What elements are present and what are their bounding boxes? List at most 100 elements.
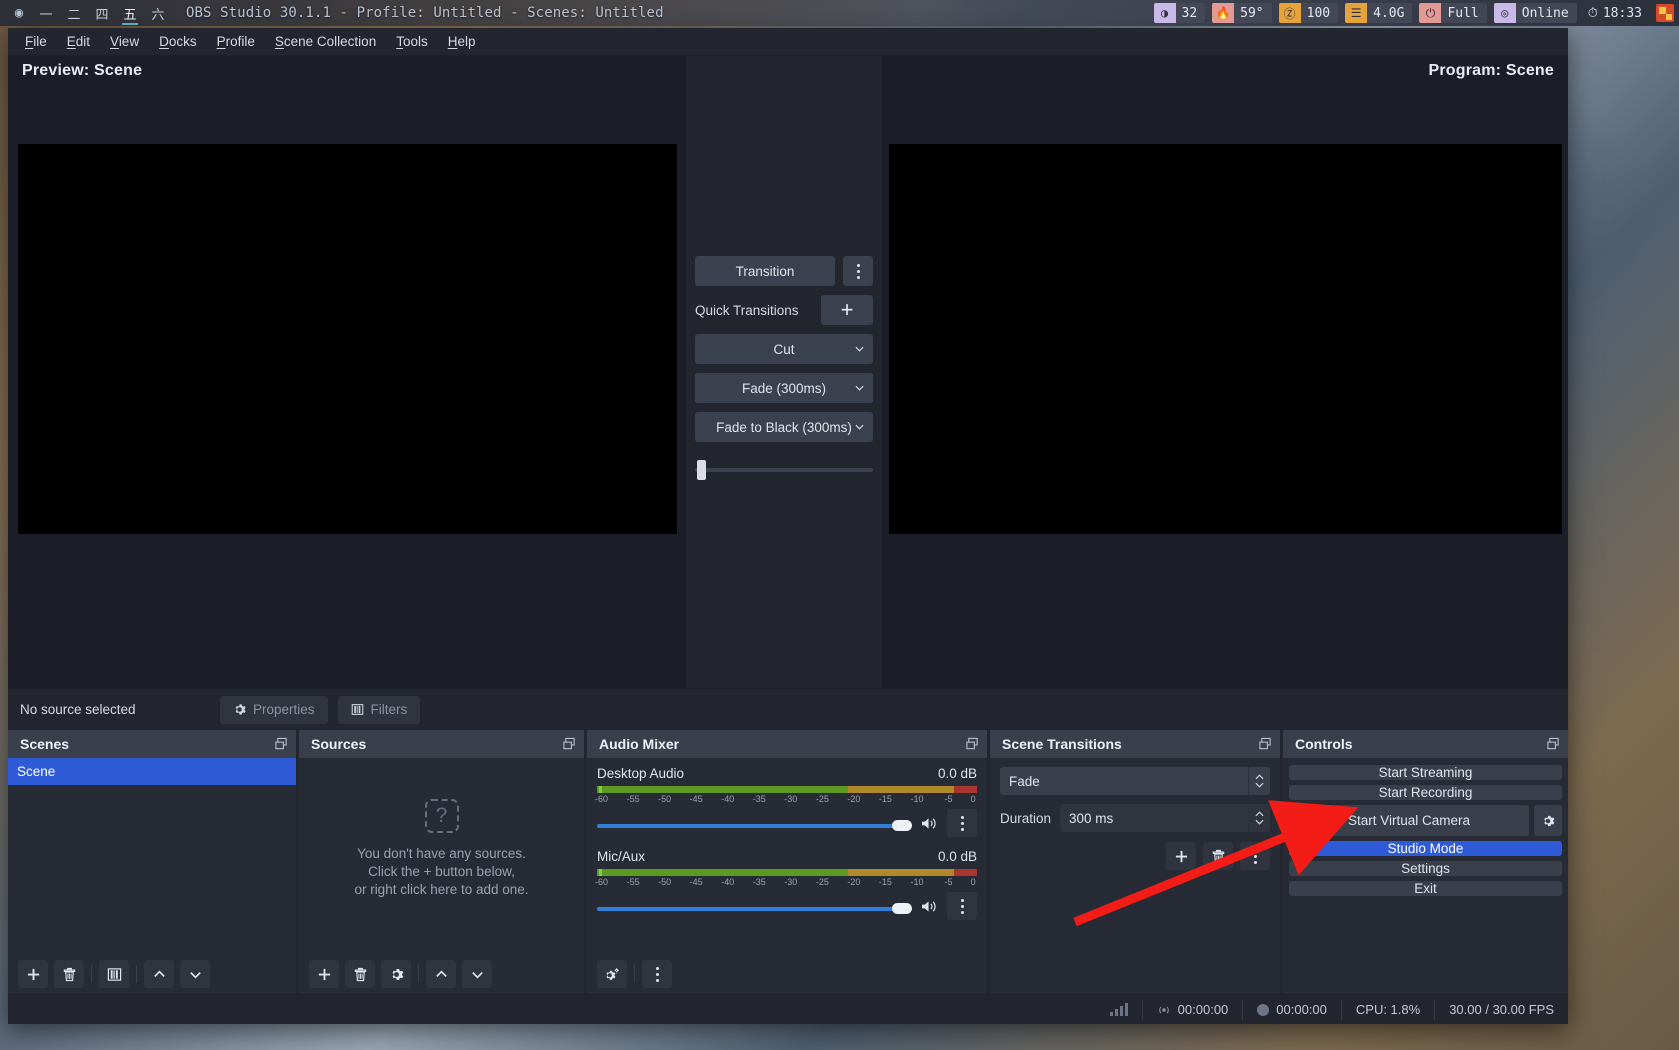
- brightness-icon: ◑: [1153, 3, 1176, 23]
- clock-time: 18:33: [1602, 5, 1642, 21]
- workspace-4[interactable]: 四: [88, 1, 116, 25]
- transition-spinner[interactable]: [1248, 767, 1270, 795]
- undock-icon[interactable]: [1259, 737, 1272, 751]
- move-source-down-button[interactable]: [462, 960, 492, 988]
- menu-tools[interactable]: Tools: [387, 30, 437, 53]
- plus-icon[interactable]: +: [821, 295, 873, 325]
- add-scene-button[interactable]: [18, 960, 48, 988]
- menu-edit[interactable]: Edit: [58, 30, 99, 53]
- filters-button[interactable]: Filters: [337, 695, 421, 724]
- menu-view[interactable]: View: [101, 30, 148, 53]
- move-scene-up-button[interactable]: [144, 960, 174, 988]
- preview-column: Preview: Scene: [8, 56, 686, 688]
- transition-properties-button[interactable]: [1240, 842, 1270, 870]
- remove-transition-button[interactable]: [1203, 842, 1233, 870]
- speaker-icon[interactable]: [917, 895, 941, 917]
- sources-toolbar: [299, 954, 584, 994]
- duration-input[interactable]: 300 ms: [1060, 804, 1270, 832]
- audio-mixer-menu-button[interactable]: [642, 960, 672, 988]
- battery-indicator[interactable]: ⏻ Full: [1419, 3, 1487, 23]
- controls-title-text: Controls: [1295, 736, 1353, 752]
- source-properties-button[interactable]: [381, 960, 411, 988]
- start-recording-button[interactable]: Start Recording: [1289, 785, 1562, 800]
- system-clock[interactable]: ⏱ 18:33: [1584, 6, 1646, 21]
- source-toolbar: No source selected Properties Filters: [8, 688, 1568, 730]
- menu-scene-collection[interactable]: Scene Collection: [266, 30, 385, 53]
- volume-fader[interactable]: [597, 816, 912, 836]
- workspace-1[interactable]: 一: [32, 1, 60, 25]
- add-source-button[interactable]: [309, 960, 339, 988]
- virtual-camera-config-button[interactable]: [1534, 805, 1562, 836]
- stream-timer: 00:00:00: [1141, 999, 1243, 1020]
- exit-button[interactable]: Exit: [1289, 881, 1562, 896]
- kebab-menu-icon[interactable]: [843, 256, 873, 286]
- menu-docks[interactable]: Docks: [150, 30, 206, 53]
- chevron-up-icon: [1255, 811, 1264, 817]
- no-source-selected-label: No source selected: [20, 702, 136, 717]
- move-scene-down-button[interactable]: [180, 960, 210, 988]
- remove-scene-button[interactable]: [54, 960, 84, 988]
- scene-list-item[interactable]: Scene: [8, 758, 296, 785]
- menu-file[interactable]: File: [16, 30, 56, 53]
- workspace-2[interactable]: 二: [60, 1, 88, 25]
- chevron-up-icon: [1255, 774, 1264, 780]
- advanced-audio-properties-button[interactable]: [597, 960, 627, 988]
- sources-list[interactable]: ? You don't have any sources. Click the …: [299, 758, 584, 954]
- quick-transition-fade[interactable]: Fade (300ms): [695, 373, 873, 403]
- menu-help[interactable]: Help: [439, 30, 485, 53]
- quick-transition-cut-label: Cut: [773, 341, 795, 357]
- network-indicator[interactable]: ◎ Online: [1493, 3, 1577, 23]
- properties-button[interactable]: Properties: [220, 695, 328, 724]
- filters-icon: [351, 704, 363, 715]
- quick-transition-cut[interactable]: Cut: [695, 334, 873, 364]
- transition-button[interactable]: Transition: [695, 256, 835, 286]
- duration-spinner[interactable]: [1248, 804, 1270, 832]
- mixer-channel-desktop-audio: Desktop Audio 0.0 dB -60 -55 -50 -45 -40…: [595, 766, 977, 837]
- trash-icon: [354, 967, 366, 981]
- chevron-down-icon: [471, 971, 483, 979]
- start-virtual-camera-button[interactable]: Start Virtual Camera: [1289, 805, 1529, 836]
- scene-filters-button[interactable]: [99, 960, 129, 988]
- add-transition-button[interactable]: [1166, 842, 1196, 870]
- transition-type-select[interactable]: Fade: [1000, 767, 1270, 795]
- move-source-up-button[interactable]: [426, 960, 456, 988]
- undock-icon[interactable]: [275, 737, 288, 751]
- filters-label: Filters: [370, 702, 408, 717]
- settings-button[interactable]: Settings: [1289, 861, 1562, 876]
- kebab-menu-icon[interactable]: [947, 892, 977, 920]
- workspace-5-active[interactable]: 五: [116, 1, 144, 25]
- tray-app-icon[interactable]: [1656, 4, 1674, 22]
- plus-icon: [318, 968, 330, 980]
- gear-icon: [235, 704, 246, 715]
- fader-handle[interactable]: [891, 903, 912, 914]
- temperature-indicator[interactable]: 🔥 59°: [1212, 3, 1272, 23]
- scenes-list[interactable]: Scene: [8, 758, 296, 954]
- t-bar-handle[interactable]: [697, 460, 706, 480]
- brightness-indicator[interactable]: ◑ 32: [1153, 3, 1206, 23]
- speaker-icon[interactable]: [917, 812, 941, 834]
- volume-fader[interactable]: [597, 899, 912, 919]
- obs-circle-icon[interactable]: ◉: [6, 5, 32, 21]
- remove-source-button[interactable]: [345, 960, 375, 988]
- quick-transitions-row: Quick Transitions +: [695, 295, 873, 325]
- volume-indicator[interactable]: Ⓩ 100: [1278, 3, 1339, 23]
- channel-db: 0.0 dB: [937, 849, 977, 864]
- t-bar-slider[interactable]: [695, 459, 873, 481]
- program-canvas[interactable]: [888, 144, 1562, 534]
- undock-icon[interactable]: [966, 737, 979, 751]
- fader-handle[interactable]: [891, 820, 912, 831]
- kebab-menu-icon[interactable]: [947, 809, 977, 837]
- undock-icon[interactable]: [1547, 737, 1560, 751]
- sources-dock-title: Sources: [299, 730, 584, 758]
- program-label: Program: Scene: [1428, 62, 1554, 79]
- menu-profile[interactable]: Profile: [208, 30, 264, 53]
- memory-indicator[interactable]: ☰ 4.0G: [1345, 3, 1413, 23]
- workspace-6[interactable]: 六: [144, 1, 172, 25]
- undock-icon[interactable]: [563, 737, 576, 751]
- start-streaming-button[interactable]: Start Streaming: [1289, 765, 1562, 780]
- gear-icon: [391, 968, 403, 980]
- memory-value: 4.0G: [1367, 3, 1413, 23]
- preview-canvas[interactable]: [17, 144, 677, 534]
- quick-transition-fade-to-black[interactable]: Fade to Black (300ms): [695, 412, 873, 442]
- studio-mode-button[interactable]: Studio Mode: [1289, 841, 1562, 856]
